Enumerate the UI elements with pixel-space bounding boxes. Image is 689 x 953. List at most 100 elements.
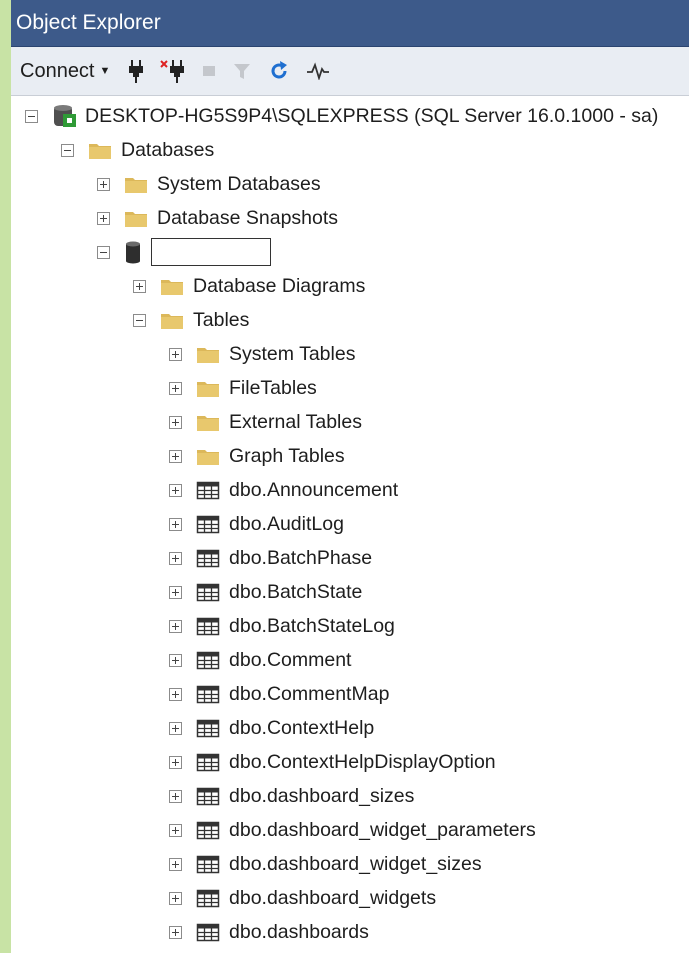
filter-icon[interactable] (232, 61, 252, 81)
collapse-toggle-icon[interactable] (133, 313, 146, 327)
expand-toggle-icon[interactable] (169, 449, 182, 463)
tree-node-table[interactable]: dbo.BatchStateLog (169, 611, 395, 641)
expand-toggle-icon[interactable] (169, 823, 182, 837)
folder-icon (125, 178, 147, 193)
table-icon (196, 685, 220, 704)
connect-plug-icon[interactable] (128, 59, 144, 83)
expand-toggle-icon[interactable] (169, 517, 182, 531)
table-folder-label: FileTables (229, 377, 317, 399)
table-label: dbo.dashboards (229, 921, 369, 943)
expand-toggle-icon[interactable] (169, 415, 182, 429)
table-label: dbo.BatchState (229, 581, 363, 603)
collapse-toggle-icon[interactable] (97, 245, 110, 259)
table-label: dbo.dashboard_widget_parameters (229, 819, 536, 841)
expand-toggle-icon[interactable] (169, 381, 182, 395)
table-icon (196, 481, 220, 500)
table-icon (196, 583, 220, 602)
database-diagrams-label: Database Diagrams (193, 275, 366, 297)
table-label: dbo.AuditLog (229, 513, 344, 535)
tree-node-table[interactable]: dbo.dashboard_widget_sizes (169, 849, 482, 879)
expand-toggle-icon[interactable] (97, 211, 110, 225)
table-icon (196, 617, 220, 636)
tree-node-table[interactable]: dbo.CommentMap (169, 679, 389, 709)
tables-label: Tables (193, 309, 250, 331)
expand-toggle-icon[interactable] (169, 653, 182, 667)
activity-monitor-icon[interactable] (306, 62, 330, 80)
tree-node-table[interactable]: dbo.dashboard_widgets (169, 883, 436, 913)
tree-node-table[interactable]: dbo.BatchState (169, 577, 362, 607)
tree-node-table[interactable]: dbo.ContextHelpDisplayOption (169, 747, 496, 777)
expand-toggle-icon[interactable] (169, 925, 182, 939)
expand-toggle-icon[interactable] (169, 755, 182, 769)
object-explorer-toolbar: Connect ▼ (11, 47, 689, 96)
folder-icon (197, 450, 219, 465)
tree-node-tables[interactable]: Tables (133, 305, 249, 335)
expand-toggle-icon[interactable] (169, 891, 182, 905)
expand-toggle-icon[interactable] (97, 177, 110, 191)
tree-node-table[interactable]: dbo.BatchPhase (169, 543, 372, 573)
panel-title: Object Explorer (11, 0, 689, 47)
table-label: dbo.dashboard_widget_sizes (229, 853, 482, 875)
tree-node-table[interactable]: dbo.dashboard_sizes (169, 781, 414, 811)
system-databases-label: System Databases (157, 173, 321, 195)
expand-toggle-icon[interactable] (169, 721, 182, 735)
collapse-toggle-icon[interactable] (25, 109, 38, 123)
tree-node-database[interactable] (97, 237, 271, 267)
tree-node-table[interactable]: dbo.AuditLog (169, 509, 344, 539)
tree-node-table[interactable]: dbo.Comment (169, 645, 351, 675)
disconnect-plug-icon[interactable] (160, 59, 186, 83)
collapse-toggle-icon[interactable] (61, 143, 74, 157)
folder-icon (161, 280, 183, 295)
expand-toggle-icon[interactable] (169, 551, 182, 565)
stop-icon[interactable] (202, 64, 216, 78)
server-icon (54, 105, 76, 127)
folder-icon (197, 382, 219, 397)
folder-icon (161, 314, 183, 329)
expand-toggle-icon[interactable] (169, 585, 182, 599)
connect-dropdown[interactable]: Connect ▼ (20, 60, 110, 83)
tree-node-table[interactable]: dbo.dashboards (169, 917, 369, 947)
folder-icon (89, 144, 111, 159)
tree-node-table[interactable]: dbo.ContextHelp (169, 713, 374, 743)
expand-toggle-icon[interactable] (169, 857, 182, 871)
tree-node-table[interactable]: dbo.Announcement (169, 475, 398, 505)
table-icon (196, 753, 220, 772)
expand-toggle-icon[interactable] (169, 483, 182, 497)
expand-toggle-icon[interactable] (169, 347, 182, 361)
table-folder-label: Graph Tables (229, 445, 345, 467)
refresh-icon[interactable] (268, 60, 290, 82)
table-icon (196, 923, 220, 942)
tree-node-system-databases[interactable]: System Databases (97, 169, 321, 199)
table-icon (196, 889, 220, 908)
database-snapshots-label: Database Snapshots (157, 207, 339, 229)
table-icon (196, 787, 220, 806)
table-icon (196, 719, 220, 738)
table-label: dbo.ContextHelpDisplayOption (229, 751, 496, 773)
expand-toggle-icon[interactable] (169, 789, 182, 803)
table-folder-label: External Tables (229, 411, 362, 433)
expand-toggle-icon[interactable] (169, 687, 182, 701)
side-accent-strip (0, 0, 11, 953)
table-icon (196, 651, 220, 670)
table-label: dbo.ContextHelp (229, 717, 375, 739)
tree-node-table-folder[interactable]: External Tables (169, 407, 362, 437)
expand-toggle-icon[interactable] (169, 619, 182, 633)
table-label: dbo.Comment (229, 649, 352, 671)
table-label: dbo.BatchPhase (229, 547, 373, 569)
tree-node-database-diagrams[interactable]: Database Diagrams (133, 271, 365, 301)
tree-node-table-folder[interactable]: FileTables (169, 373, 317, 403)
table-icon (196, 515, 220, 534)
tree-node-databases[interactable]: Databases (61, 135, 214, 165)
databases-label: Databases (121, 139, 215, 161)
tree-node-table-folder[interactable]: Graph Tables (169, 441, 345, 471)
database-icon (126, 241, 140, 264)
folder-icon (125, 212, 147, 227)
table-label: dbo.CommentMap (229, 683, 390, 705)
folder-icon (197, 348, 219, 363)
expand-toggle-icon[interactable] (133, 279, 146, 293)
tree-node-database-snapshots[interactable]: Database Snapshots (97, 203, 338, 233)
tree-node-table[interactable]: dbo.dashboard_widget_parameters (169, 815, 536, 845)
tree-node-table-folder[interactable]: System Tables (169, 339, 355, 369)
database-name-box (151, 238, 271, 266)
tree-node-server[interactable]: DESKTOP-HG5S9P4\SQLEXPRESS (SQL Server 1… (25, 101, 658, 131)
